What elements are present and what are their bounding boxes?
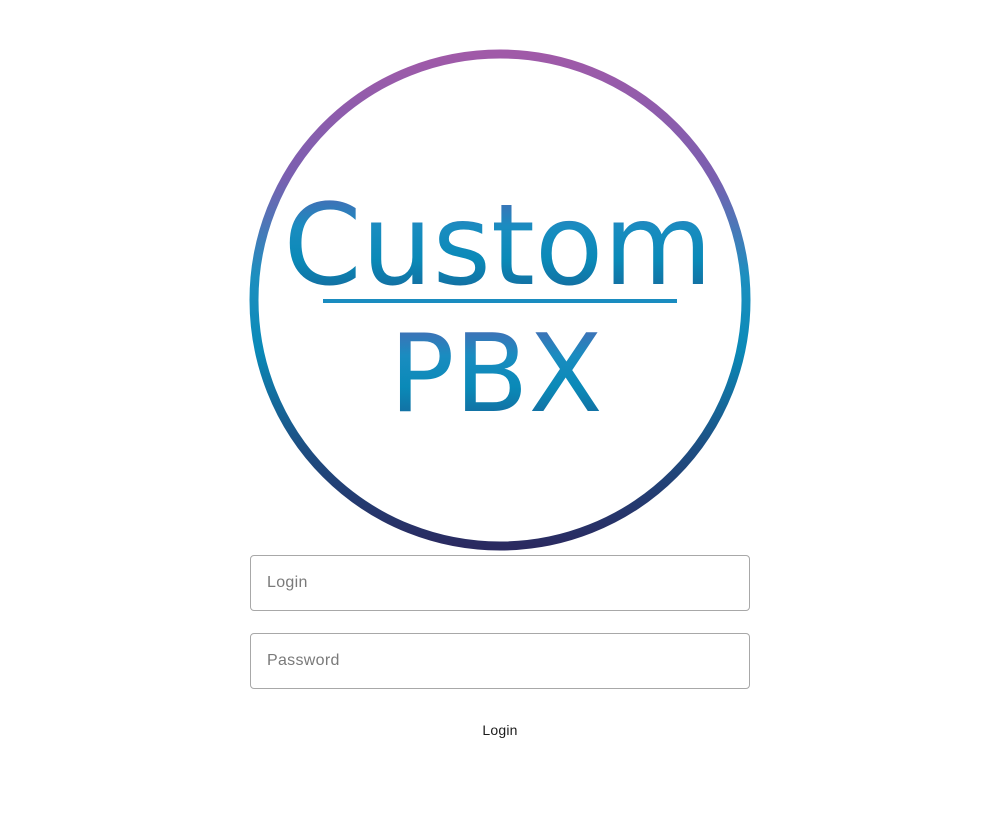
login-page: Custom PBX Login [0, 0, 983, 827]
login-input[interactable] [250, 555, 750, 611]
login-button[interactable]: Login [450, 712, 550, 748]
custom-pbx-logo: Custom PBX [248, 48, 752, 552]
logo-text-pbx: PBX [389, 312, 602, 437]
password-input[interactable] [250, 633, 750, 689]
logo-divider [323, 299, 677, 303]
logo-text-custom: Custom [283, 181, 712, 311]
